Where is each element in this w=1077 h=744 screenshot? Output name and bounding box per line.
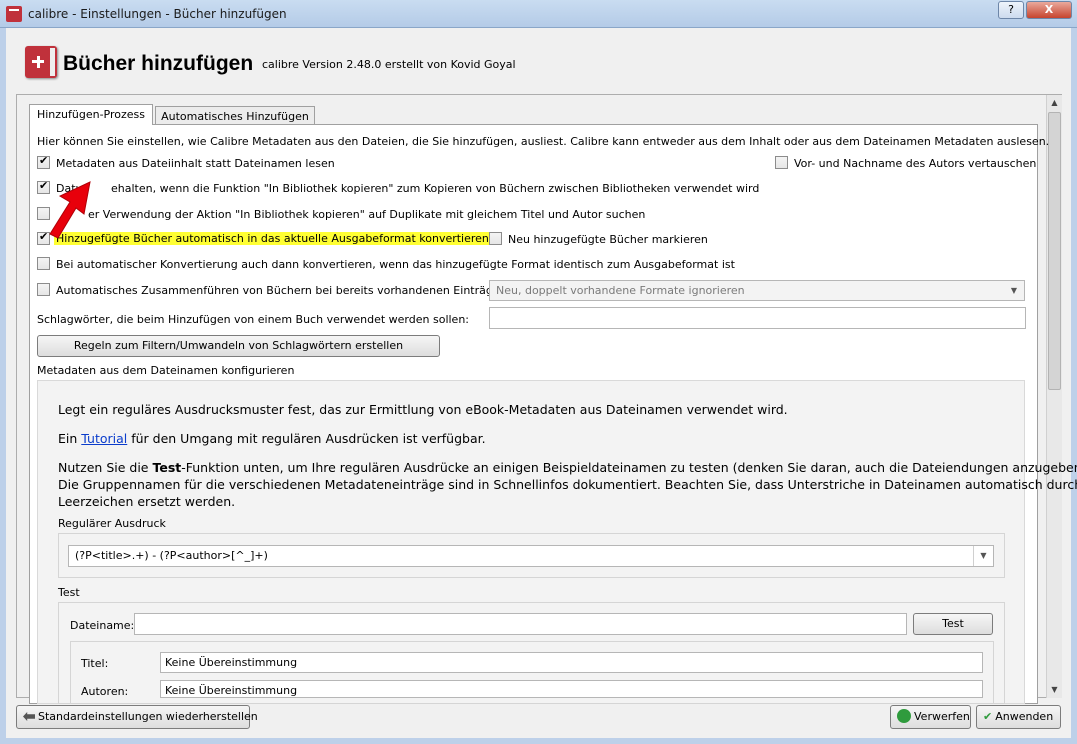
test-instructions-line2: Die Gruppennamen für die verschiedenen M… [58, 477, 1077, 492]
check-duplicates-label: er Verwendung der Aktion "In Bibliothek … [88, 208, 646, 221]
chevron-down-icon: ▼ [1010, 286, 1018, 295]
window-titlebar: calibre - Einstellungen - Bücher hinzufü… [0, 0, 1077, 28]
version-info: calibre Version 2.48.0 erstellt von Kovi… [262, 58, 516, 71]
test-button[interactable]: Test [913, 613, 993, 635]
convert-same-format-label: Bei automatischer Konvertierung auch dan… [56, 258, 735, 271]
tags-input[interactable] [489, 307, 1026, 329]
title-result-field: Keine Übereinstimmung [160, 652, 983, 673]
checkmark-icon: ✔ [983, 710, 993, 723]
read-metadata-checkbox[interactable] [37, 154, 50, 169]
read-metadata-label: Metadaten aus Dateiinhalt statt Dateinam… [56, 157, 335, 170]
recycle-icon [897, 709, 911, 723]
chevron-down-icon: ▼ [973, 546, 993, 566]
restore-defaults-button[interactable]: Standardeinstellungen wiederherstellen [16, 705, 258, 729]
title-result-label: Titel: [81, 657, 109, 670]
test-instructions-line1: Nutzen Sie die Test-Funktion unten, um I… [58, 460, 1077, 475]
red-arrow-annotation [49, 181, 91, 239]
convert-same-format-checkbox[interactable] [37, 257, 50, 270]
filename-label: Dateiname: [70, 619, 135, 632]
window-title: calibre - Einstellungen - Bücher hinzufü… [28, 7, 287, 21]
tag-rules-button[interactable]: Regeln zum Filtern/Umwandeln von Schlagw… [37, 335, 440, 357]
help-button[interactable]: ? [998, 1, 1024, 19]
test-label: Test [58, 586, 80, 599]
auto-merge-select-value: Neu, doppelt vorhandene Formate ignorier… [496, 284, 745, 297]
scroll-up-icon[interactable]: ▲ [1047, 95, 1062, 111]
authors-result-field: Keine Übereinstimmung [160, 680, 983, 698]
swap-author-label: Vor- und Nachname des Autors vertauschen [794, 157, 1037, 170]
tags-label: Schlagwörter, die beim Hinzufügen von ei… [37, 313, 469, 326]
discard-button[interactable]: Verwerfen [890, 705, 971, 729]
apply-button[interactable]: ✔ Anwenden [976, 705, 1061, 729]
test-instructions-line3: Leerzeichen ersetzt werden. [58, 494, 236, 509]
back-arrow-icon [23, 712, 35, 721]
intro-text: Hier können Sie einstellen, wie Calibre … [37, 135, 1050, 148]
regex-value: (?P<title>.+) - (?P<author>[^_]+) [75, 549, 268, 562]
preserve-dates-label: ehalten, wenn die Funktion "In Bibliothe… [111, 182, 760, 195]
add-books-icon [25, 46, 57, 78]
scroll-down-icon[interactable]: ▼ [1047, 682, 1062, 698]
auto-merge-select[interactable]: Neu, doppelt vorhandene Formate ignorier… [489, 280, 1025, 301]
page-title: Bücher hinzufügen [63, 52, 254, 75]
auto-merge-label: Automatisches Zusammenführen von Büchern… [56, 284, 511, 297]
scrollbar-thumb[interactable] [1048, 112, 1061, 390]
auto-convert-label: Hinzugefügte Bücher automatisch in das a… [54, 232, 491, 245]
auto-merge-checkbox[interactable] [37, 283, 50, 296]
filename-section-title: Metadaten aus dem Dateinamen konfigurier… [37, 364, 295, 377]
tutorial-link[interactable]: Tutorial [81, 431, 127, 446]
close-window-button[interactable]: X [1026, 1, 1072, 19]
mark-new-label: Neu hinzugefügte Bücher markieren [508, 233, 708, 246]
swap-author-checkbox[interactable] [775, 156, 788, 169]
filename-input[interactable] [134, 613, 907, 635]
tab-auto-add[interactable]: Automatisches Hinzufügen [155, 106, 315, 126]
regex-combobox[interactable]: (?P<title>.+) - (?P<author>[^_]+) ▼ [68, 545, 994, 567]
mark-new-checkbox[interactable] [489, 232, 502, 245]
authors-result-label: Autoren: [81, 685, 129, 698]
regex-label: Regulärer Ausdruck [58, 517, 166, 530]
calibre-app-icon [6, 6, 22, 22]
tab-add-process[interactable]: Hinzufügen-Prozess [29, 104, 153, 125]
vertical-scrollbar[interactable]: ▲ ▼ [1046, 95, 1062, 698]
regex-description: Legt ein reguläres Ausdrucksmuster fest,… [58, 402, 788, 417]
tutorial-line: Ein Tutorial für den Umgang mit reguläre… [58, 431, 486, 446]
